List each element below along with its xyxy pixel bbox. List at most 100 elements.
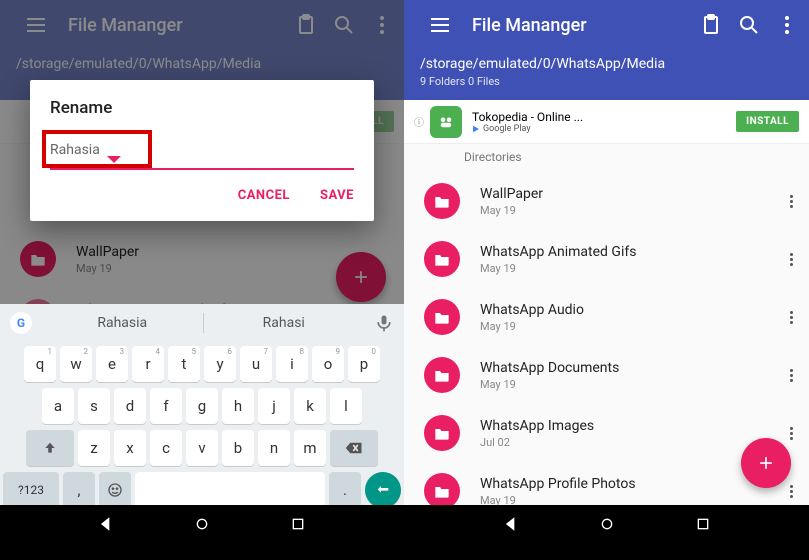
key-g[interactable]: g — [186, 388, 218, 424]
key-e[interactable]: e3 — [96, 346, 128, 382]
cancel-button[interactable]: CANCEL — [238, 188, 290, 203]
mic-icon[interactable] — [374, 313, 394, 333]
key-b[interactable]: b — [222, 430, 254, 466]
list-item[interactable]: WhatsApp Audio May 19 — [404, 288, 809, 346]
nav-recent-icon[interactable] — [290, 516, 306, 532]
key-o[interactable]: o9 — [312, 346, 344, 382]
folder-icon — [424, 183, 460, 219]
key-u[interactable]: u7 — [240, 346, 272, 382]
folder-name: WallPaper — [480, 186, 779, 202]
folder-date: May 19 — [480, 320, 779, 333]
soft-keyboard: q1 w2 e3 r4 t5 y6 u7 i8 o9 p0 a s d f g … — [0, 342, 404, 505]
key-r[interactable]: r4 — [132, 346, 164, 382]
folder-date: May 19 — [480, 204, 779, 217]
item-overflow-icon[interactable] — [779, 363, 803, 387]
key-p[interactable]: p0 — [348, 346, 380, 382]
key-m[interactable]: m — [294, 430, 326, 466]
list-item[interactable]: WhatsApp Documents May 19 — [404, 346, 809, 404]
keyboard-suggestions: G Rahasia Rahasi — [0, 304, 404, 342]
clipboard-icon[interactable] — [699, 13, 723, 37]
suggestion[interactable]: Rahasi — [204, 315, 365, 331]
folder-icon — [424, 241, 460, 277]
key-z[interactable]: z — [78, 430, 110, 466]
install-button[interactable]: INSTALL — [736, 111, 799, 132]
key-y[interactable]: y6 — [204, 346, 236, 382]
key-l[interactable]: l — [330, 388, 362, 424]
list-item[interactable]: WhatsApp Animated Gifs May 19 — [404, 230, 809, 288]
item-overflow-icon[interactable] — [779, 305, 803, 329]
ad-store: Google Play — [472, 124, 736, 134]
folder-name: WhatsApp Profile Photos — [480, 476, 779, 492]
folder-date: May 19 — [480, 378, 779, 391]
key-emoji[interactable] — [99, 472, 131, 508]
rename-dialog: Rename Rahasia CANCEL SAVE — [30, 80, 374, 221]
folder-date: May 19 — [480, 262, 779, 275]
item-overflow-icon[interactable] — [779, 479, 803, 503]
folder-stats: 9 Folders 0 Files — [420, 75, 793, 88]
nav-home-icon[interactable] — [194, 516, 210, 532]
key-d[interactable]: d — [114, 388, 146, 424]
folder-name: WhatsApp Documents — [480, 360, 779, 376]
key-n[interactable]: n — [258, 430, 290, 466]
folder-icon — [424, 357, 460, 393]
nav-recent-icon[interactable] — [695, 516, 711, 532]
dialog-title: Rename — [50, 98, 354, 118]
search-icon[interactable] — [737, 13, 761, 37]
key-h[interactable]: h — [222, 388, 254, 424]
ad-row[interactable]: ⓘ Tokopedia - Online ... Google Play INS… — [404, 100, 809, 144]
path-text: /storage/emulated/0/WhatsApp/Media — [420, 56, 793, 72]
key-comma[interactable]: , — [63, 472, 95, 508]
key-x[interactable]: x — [114, 430, 146, 466]
text-caret-handle[interactable] — [107, 156, 121, 170]
ad-info-icon[interactable]: ⓘ — [414, 114, 424, 129]
nav-home-icon[interactable] — [599, 516, 615, 532]
google-icon[interactable]: G — [10, 312, 32, 334]
nav-back-icon[interactable] — [98, 516, 114, 532]
input-value: Rahasia — [50, 142, 100, 158]
app-title: File Mananger — [472, 15, 685, 36]
item-overflow-icon[interactable] — [779, 247, 803, 271]
android-nav — [0, 505, 404, 543]
folder-name: WhatsApp Animated Gifs — [480, 244, 779, 260]
key-enter[interactable] — [365, 472, 401, 508]
key-q[interactable]: q1 — [24, 346, 56, 382]
key-shift[interactable] — [26, 430, 74, 466]
key-v[interactable]: v — [186, 430, 218, 466]
key-f[interactable]: f — [150, 388, 182, 424]
fab-add[interactable] — [741, 438, 791, 488]
overflow-icon[interactable] — [775, 13, 799, 37]
folder-name: WhatsApp Audio — [480, 302, 779, 318]
key-backspace[interactable] — [330, 430, 378, 466]
key-k[interactable]: k — [294, 388, 326, 424]
item-overflow-icon[interactable] — [779, 189, 803, 213]
folder-icon — [424, 299, 460, 335]
folder-date: May 19 — [480, 494, 779, 506]
app-bar: File Mananger — [404, 0, 809, 50]
key-c[interactable]: c — [150, 430, 182, 466]
list-item[interactable]: WallPaper May 19 — [404, 172, 809, 230]
key-s[interactable]: s — [78, 388, 110, 424]
folder-icon — [424, 415, 460, 451]
phone-left: File Mananger /storage/emulated/0/WhatsA… — [0, 0, 404, 560]
path-bar: /storage/emulated/0/WhatsApp/Media 9 Fol… — [404, 50, 809, 100]
nav-back-icon[interactable] — [503, 516, 519, 532]
ad-title: Tokopedia - Online ... — [472, 110, 736, 124]
phone-right: File Mananger /storage/emulated/0/WhatsA… — [404, 0, 809, 560]
key-t[interactable]: t5 — [168, 346, 200, 382]
menu-icon[interactable] — [428, 13, 452, 37]
rename-input[interactable]: Rahasia — [50, 142, 354, 160]
folder-date: Jul 02 — [480, 436, 779, 449]
key-symbols[interactable]: ?123 — [3, 472, 59, 508]
key-a[interactable]: a — [42, 388, 74, 424]
folder-name: WhatsApp Images — [480, 418, 779, 434]
key-period[interactable]: . — [329, 472, 361, 508]
item-overflow-icon[interactable] — [779, 421, 803, 445]
ad-app-icon — [430, 106, 462, 138]
key-space[interactable] — [135, 472, 325, 508]
save-button[interactable]: SAVE — [320, 188, 354, 203]
key-i[interactable]: i8 — [276, 346, 308, 382]
suggestion[interactable]: Rahasia — [42, 315, 203, 331]
android-nav — [404, 505, 809, 543]
key-w[interactable]: w2 — [60, 346, 92, 382]
key-j[interactable]: j — [258, 388, 290, 424]
